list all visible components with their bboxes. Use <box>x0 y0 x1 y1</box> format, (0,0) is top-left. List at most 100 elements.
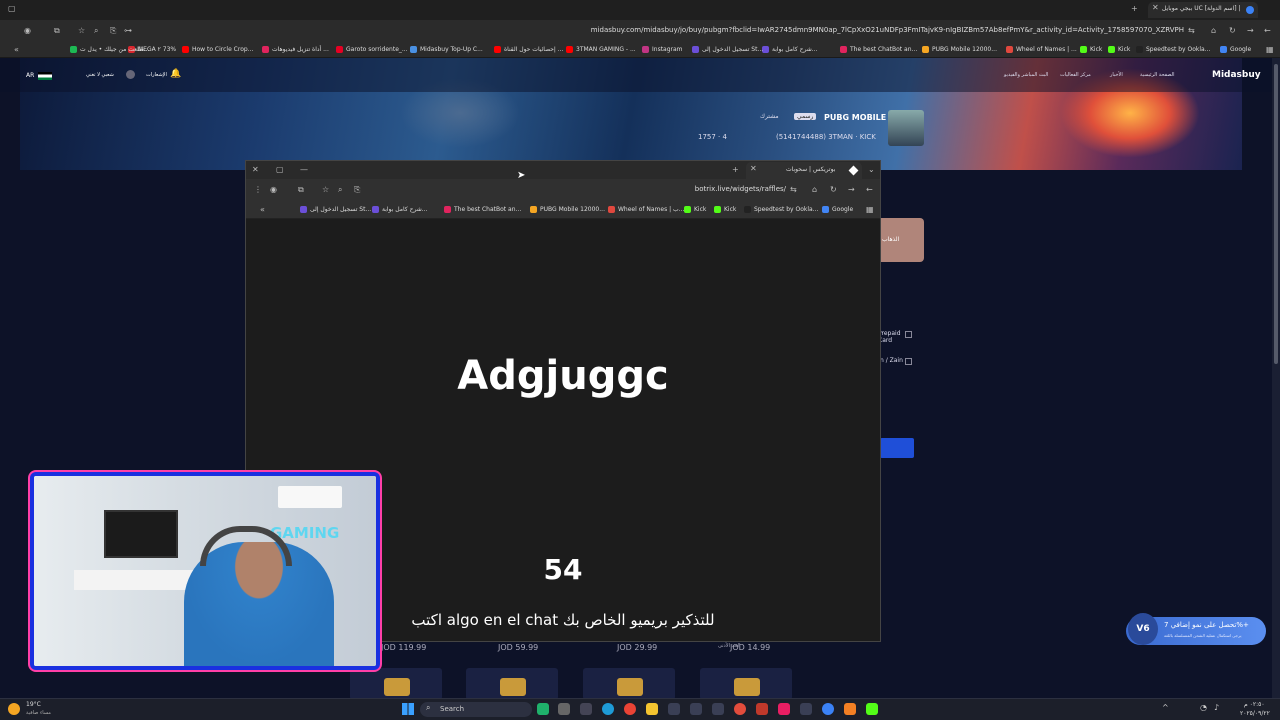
app-icon[interactable] <box>756 703 768 715</box>
reload-icon[interactable]: ↻ <box>1229 25 1236 37</box>
bookmark-item[interactable]: Speedtest by Ookla... <box>744 204 818 216</box>
bookmark-item[interactable]: Instagram <box>642 44 683 56</box>
nav-home[interactable]: الصفحة الرئيسية <box>1140 72 1175 78</box>
country-flag-icon[interactable] <box>38 72 52 80</box>
bookmark-item[interactable]: تسجيل الدخول إلى St... <box>300 204 371 216</box>
zain-checkbox[interactable] <box>905 358 912 365</box>
file-explorer-icon[interactable] <box>646 703 658 715</box>
bookmark-item[interactable]: PUBG Mobile 12000... <box>922 44 997 56</box>
star-icon[interactable]: ☆ <box>78 25 85 37</box>
outer-url[interactable]: midasbuy.com/midasbuy/jo/buy/pubgm?fbcli… <box>560 26 1184 34</box>
user-menu[interactable]: شعبي لا تغني <box>86 72 114 78</box>
weather-temp[interactable]: 19°C <box>26 701 41 708</box>
promo-banner[interactable]: V6 تحصل على نمو إضافي 7%+ يرجى استكمال ع… <box>1126 613 1266 645</box>
edge-icon[interactable] <box>602 703 614 715</box>
bookmark-item[interactable]: Wheel of Names | ب... <box>608 204 684 216</box>
inner-forward-icon[interactable]: → <box>848 184 855 196</box>
inner-star-icon[interactable]: ☆ <box>322 184 329 196</box>
bookmark-item[interactable]: Kick <box>714 204 736 216</box>
product-card[interactable] <box>583 668 675 700</box>
all-bookmarks-icon[interactable]: ▦ <box>1266 44 1274 56</box>
back-icon[interactable]: ← <box>1264 25 1271 37</box>
bookmark-item[interactable]: The best ChatBot an... <box>444 204 521 216</box>
inner-tab-close-icon[interactable]: ✕ <box>750 164 757 173</box>
side-panel-button[interactable]: الذهاب <box>880 218 924 262</box>
lang-label[interactable]: AR <box>26 72 34 79</box>
bookmark-item[interactable]: Kick <box>1108 44 1130 56</box>
weather-icon[interactable] <box>8 703 20 715</box>
site-info-icon[interactable]: ⊶ <box>124 25 132 37</box>
bookmark-item[interactable]: تسجيل الدخول إلى St... <box>692 44 763 56</box>
tray-chevron-icon[interactable]: ^ <box>1162 703 1174 715</box>
taskview-icon[interactable] <box>537 703 549 715</box>
volume-icon[interactable]: ♪ <box>1214 703 1226 715</box>
bookmark-item[interactable]: Midasbuy Top-Up C... <box>410 44 483 56</box>
bell-icon[interactable]: 🔔 <box>170 69 181 79</box>
product-card[interactable] <box>466 668 558 700</box>
inner-new-tab-icon[interactable]: + <box>732 164 739 176</box>
inner-reload-icon[interactable]: ↻ <box>830 184 837 196</box>
scrollbar-thumb[interactable] <box>1274 64 1278 364</box>
tune-icon[interactable]: ⇆ <box>1188 25 1195 37</box>
inner-menu-icon[interactable]: ⋮ <box>254 184 262 196</box>
midasbuy-logo[interactable]: Midasbuy <box>1212 70 1261 80</box>
notifications-label[interactable]: الإشعارات <box>146 72 167 78</box>
app-icon[interactable] <box>778 703 790 715</box>
share-icon[interactable]: ⎘ <box>110 25 116 37</box>
inner-tune-icon[interactable]: ⇆ <box>790 184 797 196</box>
app-icon[interactable] <box>580 703 592 715</box>
product-card[interactable] <box>700 668 792 700</box>
side-buy-button[interactable] <box>880 438 914 458</box>
app-icon[interactable] <box>558 703 570 715</box>
app-icon[interactable] <box>690 703 702 715</box>
inner-home-icon[interactable]: ⌂ <box>812 184 817 196</box>
bookmark-item[interactable]: 3TMAN GAMING - ... <box>566 44 636 56</box>
minimize-icon[interactable]: — <box>300 164 308 176</box>
chrome-icon[interactable] <box>624 703 636 715</box>
network-icon[interactable]: ◔ <box>1200 703 1212 715</box>
bookmark-item[interactable]: شرح كامل بوابة... <box>372 204 428 216</box>
bookmark-item[interactable]: PUBG Mobile 12000... <box>530 204 605 216</box>
bookmark-item[interactable]: Kick <box>1080 44 1102 56</box>
bookmark-item[interactable]: Speedtest by Ookla... <box>1136 44 1210 56</box>
bookmark-item[interactable]: إحصائيات حول القناة ... <box>494 44 563 56</box>
bookmark-item[interactable]: Garoto sorridente_... <box>336 44 408 56</box>
bookmark-item[interactable]: Kick <box>684 204 706 216</box>
app-icon[interactable] <box>734 703 746 715</box>
profile-icon[interactable]: ◉ <box>24 25 31 37</box>
bookmark-item[interactable]: Wheel of Names | ... <box>1006 44 1077 56</box>
zoom-icon[interactable]: ⌕ <box>94 25 98 37</box>
inner-profile-icon[interactable]: ◉ <box>270 184 277 196</box>
maximize-icon[interactable]: ▢ <box>276 164 284 176</box>
tab-list-icon[interactable]: ⌄ <box>868 164 875 176</box>
outer-active-tab[interactable]: ✕ ببجي موبايل UC [اسم الدولة] | د... <box>1148 2 1258 18</box>
windows-start-icon[interactable] <box>402 703 414 715</box>
app-icon[interactable] <box>822 703 834 715</box>
page-scrollbar[interactable] <box>1272 58 1280 700</box>
user-avatar[interactable] <box>126 70 135 79</box>
vlc-icon[interactable] <box>844 703 856 715</box>
taskbar-search[interactable]: ⌕ Search <box>420 702 532 717</box>
home-icon[interactable]: ⌂ <box>1211 25 1216 37</box>
product-card[interactable] <box>350 668 442 700</box>
bookmark-item[interactable]: طلعت من جيلك • يدل ت... <box>70 44 150 56</box>
inner-back-icon[interactable]: ← <box>866 184 873 196</box>
inner-share-icon[interactable]: ⎘ <box>354 184 360 196</box>
inner-all-bookmarks-icon[interactable]: ▦ <box>866 204 874 216</box>
tab-search-icon[interactable]: ▢ <box>8 3 16 15</box>
close-window-icon[interactable]: ✕ <box>252 164 259 176</box>
bookmark-item[interactable]: أداة تنزيل فيديوهات ... <box>262 44 329 56</box>
nav-events[interactable]: مركز الفعاليات <box>1060 72 1091 78</box>
app-icon[interactable] <box>712 703 724 715</box>
inner-extensions-icon[interactable]: ⧉ <box>298 184 304 196</box>
inner-zoom-icon[interactable]: ⌕ <box>338 184 342 196</box>
clock-date[interactable]: ٢٠٢٥/٠٩/٢٢ <box>1240 710 1270 717</box>
bookmark-item[interactable]: شرح كامل بوابة... <box>762 44 818 56</box>
bookmark-item[interactable]: Google <box>822 204 853 216</box>
prepaid-checkbox[interactable] <box>905 331 912 338</box>
kick-icon[interactable] <box>866 703 878 715</box>
tab-close-icon[interactable]: ✕ <box>1152 3 1159 12</box>
inner-bookmarks-menu-icon[interactable]: « <box>260 204 265 216</box>
bookmark-item[interactable]: How to Circle Crop... <box>182 44 253 56</box>
forward-icon[interactable]: → <box>1247 25 1254 37</box>
